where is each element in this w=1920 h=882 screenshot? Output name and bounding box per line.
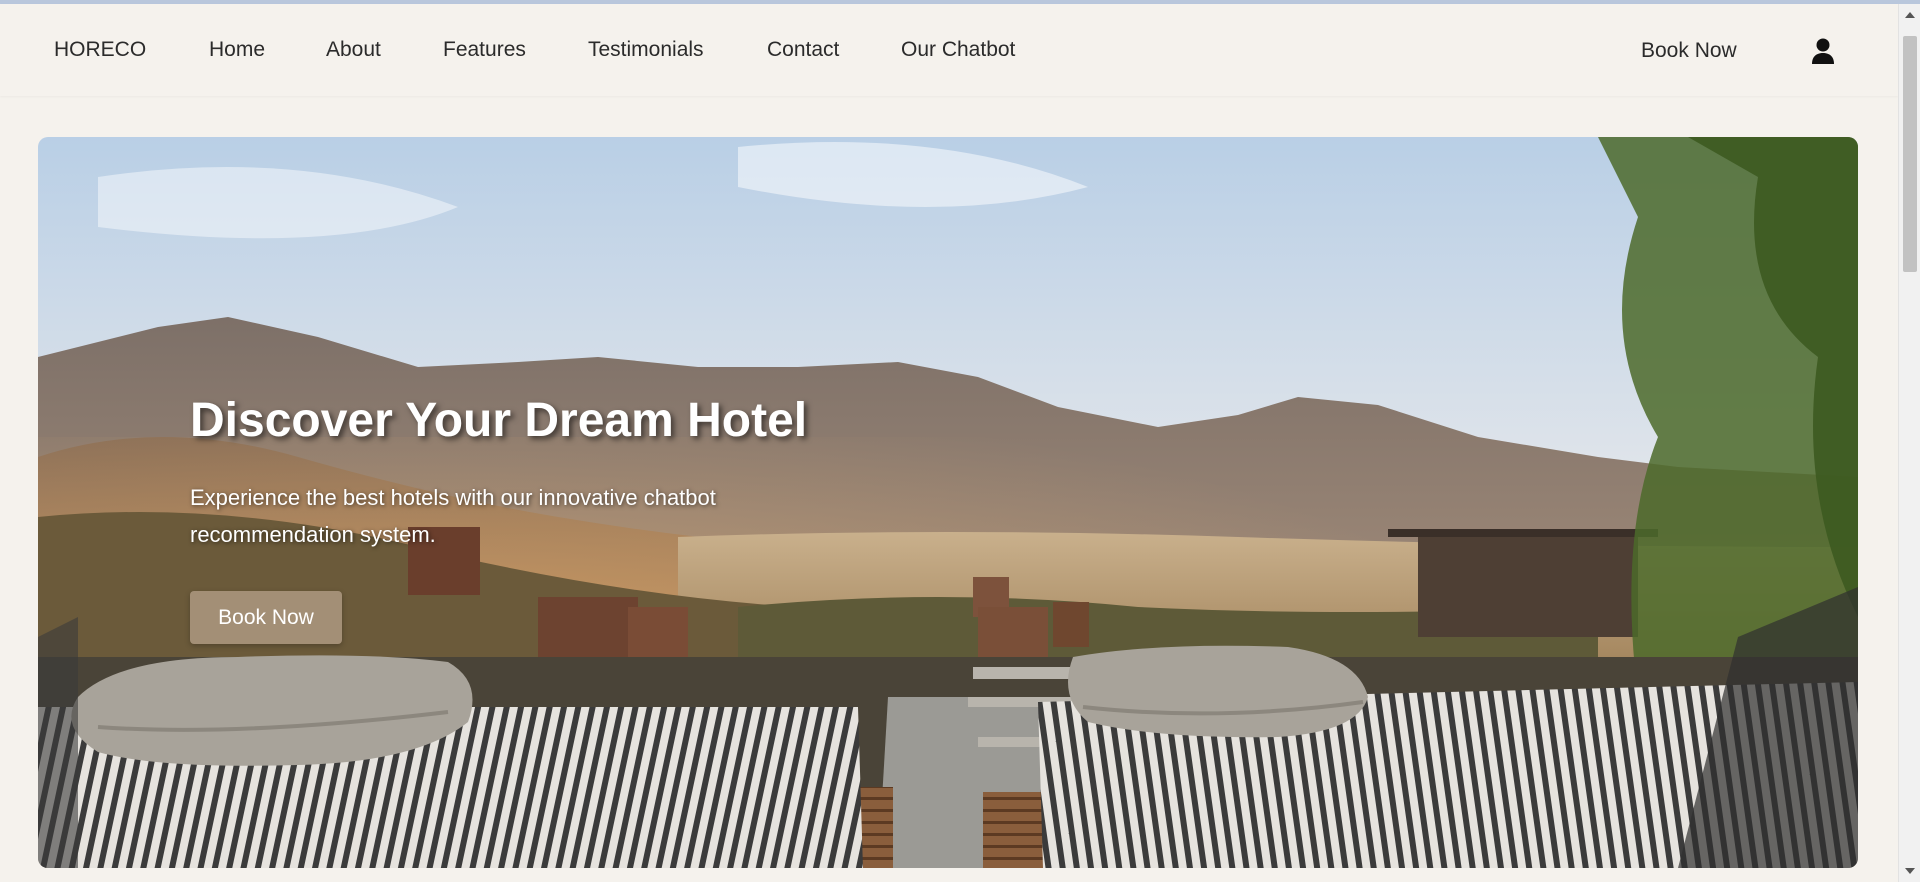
hero-book-now-button[interactable]: Book Now (190, 591, 342, 644)
scroll-down-arrow-icon[interactable] (1905, 868, 1915, 874)
hero-section: Discover Your Dream Hotel Experience the… (38, 137, 1858, 868)
nav-link-home[interactable]: Home (209, 38, 265, 62)
scroll-up-arrow-icon[interactable] (1905, 12, 1915, 18)
page-scrollbar[interactable] (1898, 4, 1920, 882)
scrollbar-thumb[interactable] (1903, 36, 1917, 272)
nav-link-features[interactable]: Features (443, 38, 526, 62)
user-icon[interactable] (1810, 37, 1836, 65)
nav-book-now-link[interactable]: Book Now (1641, 39, 1737, 63)
hero-title: Discover Your Dream Hotel (190, 394, 808, 447)
nav-link-about[interactable]: About (326, 38, 381, 62)
nav-link-chatbot[interactable]: Our Chatbot (901, 38, 1015, 62)
nav-link-contact[interactable]: Contact (767, 38, 839, 62)
hero-subtitle: Experience the best hotels with our inno… (190, 485, 716, 547)
nav-link-testimonials[interactable]: Testimonials (588, 38, 704, 62)
top-navbar: HORECO Home About Features Testimonials … (0, 4, 1898, 96)
brand-logo[interactable]: HORECO (54, 38, 146, 62)
